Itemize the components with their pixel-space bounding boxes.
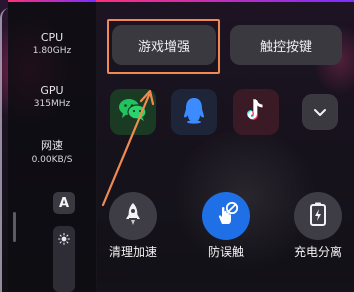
clean-boost-button[interactable] — [109, 192, 157, 240]
cpu-label: CPU — [40, 31, 64, 44]
network-speed-stat: 网速 0.00KB/S — [8, 137, 96, 165]
gpu-value: 315MHz — [33, 99, 71, 109]
no-touch-icon — [212, 200, 240, 232]
chevron-down-icon — [313, 103, 327, 122]
rocket-icon — [123, 201, 143, 231]
brightness-slider[interactable] — [53, 226, 75, 292]
cpu-value: 1.80GHz — [32, 46, 72, 56]
network-speed-label: 网速 — [41, 139, 63, 152]
sun-icon — [57, 232, 71, 246]
app-shortcut-qq[interactable] — [171, 89, 217, 135]
charge-bypass-button[interactable] — [294, 192, 342, 240]
gpu-label: GPU — [40, 84, 64, 97]
network-speed-value: 0.00KB/S — [31, 155, 73, 165]
bottom-fade — [96, 276, 354, 292]
clean-boost-label: 清理加速 — [108, 245, 157, 259]
anti-mistouch-button[interactable] — [202, 192, 250, 240]
anti-mistouch-label: 防误触 — [207, 245, 244, 259]
gpu-stat: GPU 315MHz — [8, 84, 96, 109]
tiktok-icon — [244, 97, 268, 127]
app-shortcut-tiktok[interactable] — [233, 89, 279, 135]
auto-mode-button[interactable]: A — [53, 192, 75, 214]
tab-touch-keys[interactable]: 触控按键 — [230, 25, 342, 65]
battery-bolt-icon — [307, 201, 329, 231]
side-drag-handle[interactable] — [13, 212, 16, 242]
wechat-icon — [118, 97, 148, 127]
cpu-stat: CPU 1.80GHz — [8, 31, 96, 56]
app-shortcut-wechat[interactable] — [110, 89, 156, 135]
annotation-highlight-box — [107, 19, 220, 74]
more-apps-button[interactable] — [302, 94, 338, 130]
charge-bypass-label: 充电分离 — [293, 245, 342, 259]
qq-icon — [182, 96, 206, 128]
